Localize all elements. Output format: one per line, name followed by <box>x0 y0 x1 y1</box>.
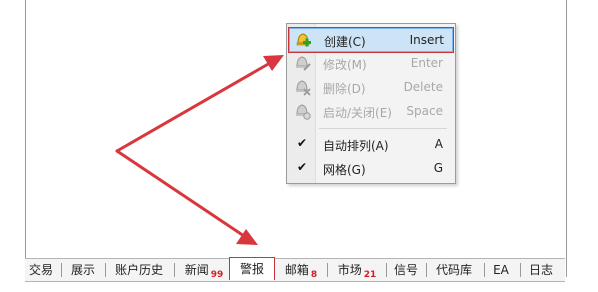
annotation-arrow-to-menu <box>115 55 284 153</box>
annotation-arrow-to-tab <box>115 149 258 245</box>
annotation-arrows <box>115 55 284 245</box>
